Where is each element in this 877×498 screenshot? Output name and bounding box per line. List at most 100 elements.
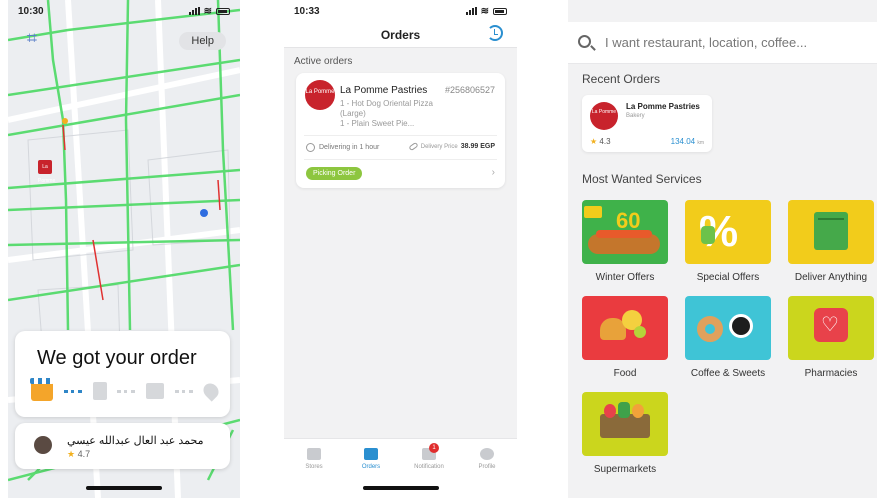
- help-button[interactable]: Help: [179, 32, 226, 50]
- store-map-pin[interactable]: La Pomme: [38, 160, 55, 184]
- courier-card[interactable]: محمد عبد العال عبدالله عيسي ★ 4.7: [15, 423, 230, 469]
- store-rating: ★ 4.3: [590, 137, 611, 146]
- tab-notification[interactable]: 1 Notification: [409, 443, 449, 470]
- megaphone-icon: 1: [422, 443, 439, 460]
- delivery-price: Delivery Price 38.99 EGP: [408, 141, 495, 152]
- signal-icon: [465, 7, 477, 15]
- home-screen: I want restaurant, location, coffee... R…: [568, 0, 877, 498]
- bag-step-icon: [92, 382, 107, 400]
- heart-icon: ♡: [788, 296, 874, 360]
- tab-label: Orders: [361, 464, 381, 470]
- active-orders-label: Active orders: [294, 56, 353, 67]
- status-bar: 10:30 ≋: [8, 0, 240, 22]
- link-icon: [408, 141, 419, 152]
- service-label: Winter Offers: [595, 272, 655, 283]
- store-step-icon: [30, 378, 54, 401]
- service-label: Special Offers: [696, 272, 760, 283]
- tab-profile[interactable]: Profile: [467, 448, 507, 470]
- service-label: Deliver Anything: [794, 272, 868, 283]
- delivery-price-label: Delivery Price: [420, 143, 458, 150]
- active-order-card[interactable]: La Pomme La Pomme Pastries #256806527 1 …: [296, 73, 505, 188]
- star-icon: ★: [590, 137, 598, 146]
- battery-icon: [216, 7, 230, 15]
- order-items: 1 - Hot Dog Oriental Pizza (Large) 1 - P…: [340, 99, 460, 129]
- service-label: Coffee & Sweets: [690, 368, 766, 379]
- store-category: Bakery: [626, 113, 645, 119]
- tab-label: Profile: [478, 464, 496, 470]
- divider: [304, 135, 497, 136]
- notification-badge: 1: [429, 443, 439, 453]
- coffee-donut-icon: [685, 296, 771, 360]
- search-icon: [578, 35, 591, 48]
- order-number: #256806527: [444, 85, 495, 95]
- progress-dots: [63, 389, 82, 393]
- order-item: 1 - Hot Dog Oriental Pizza (Large): [340, 99, 433, 118]
- delivery-time: Delivering in 1 hour: [306, 143, 379, 152]
- star-icon: ★: [67, 449, 76, 459]
- status-time: 10:30: [18, 5, 44, 17]
- service-supermarkets[interactable]: Supermarkets: [582, 392, 668, 480]
- service-winter-offers[interactable]: 60 Winter Offers: [582, 200, 668, 288]
- store-logo: La Pomme: [305, 80, 335, 110]
- distance-value: 134.04: [670, 137, 696, 146]
- status-time: 10:33: [294, 5, 320, 17]
- store-name: La Pomme Pastries: [340, 85, 428, 96]
- battery-icon: [493, 7, 507, 15]
- groceries-icon: [582, 392, 668, 456]
- courier-rating: ★ 4.7: [67, 449, 90, 460]
- services-heading: Most Wanted Services: [582, 172, 702, 186]
- package-step-icon: [146, 383, 165, 399]
- home-indicator: [362, 486, 439, 490]
- store-name: La Pomme Pastries: [626, 102, 700, 111]
- service-special-offers[interactable]: % Special Offers: [685, 200, 771, 288]
- order-progress-steps: [30, 378, 222, 403]
- distance-unit: km: [697, 140, 704, 146]
- service-label: Supermarkets: [593, 464, 657, 475]
- courier-avatar: [34, 436, 52, 454]
- search-bar[interactable]: I want restaurant, location, coffee...: [568, 22, 877, 64]
- winter-offers-image: 60: [582, 200, 668, 264]
- order-status-badge: Picking Order: [306, 167, 363, 180]
- wifi-icon: ≋: [203, 5, 212, 17]
- service-deliver-anything[interactable]: Deliver Anything: [788, 200, 874, 288]
- service-label: Food: [613, 368, 637, 379]
- store-distance: 134.04 km: [671, 137, 704, 146]
- service-coffee-sweets[interactable]: Coffee & Sweets: [685, 296, 771, 384]
- progress-dots: [117, 389, 136, 393]
- service-food[interactable]: Food: [582, 296, 668, 384]
- stores-icon: [307, 448, 321, 460]
- store-rating-value: 4.3: [599, 137, 611, 146]
- page-title: Orders: [380, 28, 421, 42]
- orders-screen: 10:33 ≋ Orders Active orders La Pomme La…: [284, 0, 517, 498]
- tracking-screen: 10:30 ≋ ⌗ Help La Pomme We got your orde…: [8, 0, 240, 498]
- delivery-icon: [364, 448, 378, 460]
- delivery-time-text: Delivering in 1 hour: [319, 144, 380, 151]
- wifi-icon: ≋: [480, 5, 489, 17]
- destination-step-icon: [200, 380, 222, 402]
- service-pharmacies[interactable]: ♡ Pharmacies: [788, 296, 874, 384]
- search-input[interactable]: I want restaurant, location, coffee...: [605, 35, 807, 50]
- orders-header: 10:33 ≋ Orders: [284, 0, 517, 48]
- order-item: 1 - Plain Sweet Pie...: [340, 119, 415, 128]
- home-indicator: [86, 486, 162, 490]
- courier-location-dot: [200, 209, 208, 217]
- delivery-price-value: 38.99 EGP: [460, 143, 495, 150]
- courier-name: محمد عبد العال عبدالله عيسي: [67, 435, 204, 447]
- delivery-box-icon: [788, 200, 874, 264]
- percent-icon: %: [685, 200, 771, 264]
- divider: [304, 159, 497, 160]
- courier-rating-value: 4.7: [77, 449, 91, 459]
- order-status-heading: We got your order: [37, 347, 197, 369]
- food-icon: [582, 296, 668, 360]
- status-bar: 10:33 ≋: [284, 0, 517, 22]
- profile-icon: [480, 448, 494, 460]
- grid-menu-icon[interactable]: ⌗: [22, 28, 42, 48]
- chevron-right-icon[interactable]: ›: [492, 167, 495, 178]
- service-label: Pharmacies: [804, 368, 858, 379]
- tab-label: Notification: [414, 464, 444, 470]
- tab-orders[interactable]: Orders: [351, 448, 391, 470]
- tab-stores[interactable]: Stores: [294, 448, 334, 470]
- recent-order-card[interactable]: La Pomme La Pomme Pastries Bakery ★ 4.3 …: [582, 95, 712, 152]
- signal-icon: [188, 7, 200, 15]
- history-icon[interactable]: [487, 25, 503, 41]
